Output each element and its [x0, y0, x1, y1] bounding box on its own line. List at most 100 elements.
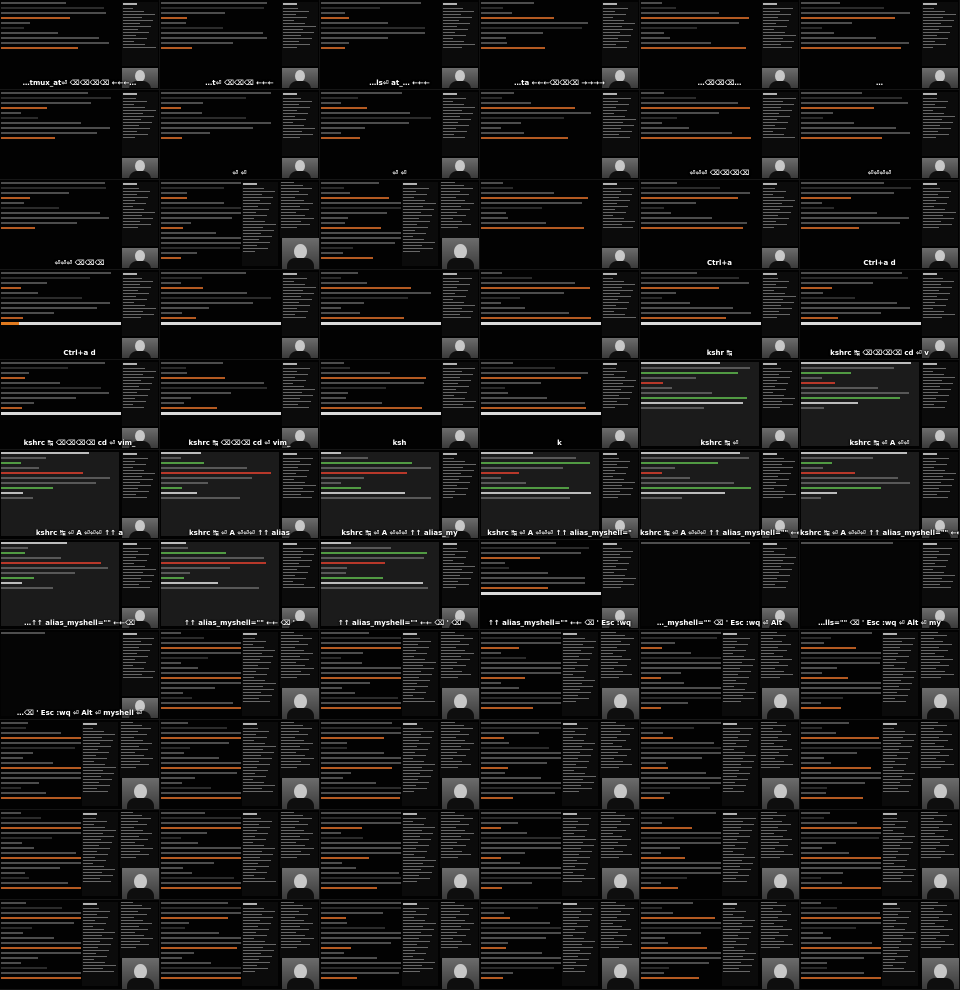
terminal-text-line: [161, 212, 241, 214]
side-text-line: [923, 212, 956, 213]
side-text-line: [123, 587, 150, 588]
side-text-line: [603, 380, 636, 381]
side-text-line: [761, 671, 784, 672]
terminal-text-line: [641, 452, 740, 454]
side-text-line: [403, 770, 433, 771]
side-text-line: [603, 281, 624, 282]
side-text-line: [123, 131, 137, 132]
side-text-line: [761, 815, 786, 816]
webcam-person-body: [447, 798, 474, 809]
side-text-line: [441, 752, 457, 753]
terminal-text-line: [161, 2, 267, 4]
terminal-text-line: [321, 247, 353, 249]
side-text-line: [121, 767, 136, 768]
side-text-line: [923, 482, 941, 483]
side-text-line: [281, 758, 314, 759]
side-text-line: [883, 638, 915, 639]
side-text-line: [923, 485, 952, 486]
side-text-line: [563, 671, 586, 672]
terminal-text-line: [161, 117, 246, 119]
terminal-text-line: [481, 202, 582, 204]
side-pane: [442, 2, 478, 66]
side-text-line: [923, 17, 943, 18]
terminal-text-line: [1, 572, 75, 574]
side-text-line: [563, 776, 596, 777]
side-text-line: [83, 914, 97, 915]
side-text-line: [883, 938, 914, 939]
side-text-line: [243, 824, 259, 825]
terminal-text-line: [321, 382, 424, 384]
terminal-text-line: [801, 737, 879, 739]
side-text-line: [283, 41, 299, 42]
side-text-line: [403, 875, 419, 876]
side-text-line: [603, 482, 635, 483]
side-text-line: [763, 488, 774, 489]
side-text-line: [923, 368, 946, 369]
side-text-line: [601, 812, 616, 813]
side-text-line: [121, 920, 143, 921]
terminal-text-line: [641, 947, 707, 949]
terminal-text-line: [1, 482, 96, 484]
side-text-line: [281, 935, 305, 936]
side-text-line: [283, 134, 313, 135]
terminal-text-line: [801, 972, 864, 974]
terminal-text-line: [481, 857, 501, 859]
terminal-text-line: [641, 117, 677, 119]
side-text-line: [83, 950, 109, 951]
side-text-line: [123, 464, 146, 465]
terminal-text-line: [161, 657, 208, 659]
side-text-line: [403, 740, 419, 741]
side-text-line: [601, 839, 631, 840]
side-text-line: [761, 830, 787, 831]
side-text-line: [121, 749, 148, 750]
side-text-line: [403, 863, 423, 864]
side-text-line: [123, 113, 143, 114]
terminal-text-line: [801, 22, 852, 24]
side-text-line: [403, 665, 423, 666]
side-pane: [722, 722, 758, 806]
side-text-line: [723, 731, 740, 732]
terminal-text-line: [321, 647, 401, 649]
terminal-pane: [321, 2, 439, 86]
side-text-line: [403, 845, 429, 846]
side-header: [763, 453, 777, 455]
video-frame: [480, 630, 640, 720]
terminal-text-line: [321, 637, 401, 639]
terminal-text-line: [801, 767, 871, 769]
side-text-line: [441, 218, 453, 219]
side-text-line: [761, 917, 778, 918]
side-text-line: [281, 902, 294, 903]
side-text-line: [923, 497, 948, 498]
video-frame: [0, 720, 160, 810]
side-text-line: [121, 935, 144, 936]
terminal-text-line: [801, 917, 881, 919]
side-text-line: [601, 947, 619, 948]
terminal-text-line: [1, 462, 21, 464]
side-text-line: [883, 701, 906, 702]
terminal-text-line: [1, 362, 105, 364]
terminal-text-line: [481, 22, 588, 24]
side-text-line: [921, 935, 949, 936]
side-text-line: [923, 395, 949, 396]
terminal-text-line: [641, 102, 738, 104]
side-header: [603, 453, 617, 455]
side-text-line: [403, 191, 416, 192]
side-text-line: [403, 218, 419, 219]
side-text-line: [763, 458, 784, 459]
terminal-text-line: [481, 127, 501, 129]
side-text-line: [443, 125, 469, 126]
side-text-line: [563, 749, 593, 750]
side-pane: [762, 542, 798, 606]
side-text-line: [601, 671, 623, 672]
terminal-text-line: [321, 582, 423, 584]
terminal-text-line: [1, 967, 47, 969]
side-text-line: [243, 683, 276, 684]
side-text-line: [123, 398, 135, 399]
terminal-text-line: [481, 562, 505, 564]
side-text-line: [603, 104, 629, 105]
side-text-line: [601, 740, 626, 741]
terminal-text-line: [321, 282, 367, 284]
keystroke-caption: …: [876, 79, 883, 87]
terminal-pane: [641, 902, 721, 986]
terminal-text-line: [481, 577, 585, 579]
